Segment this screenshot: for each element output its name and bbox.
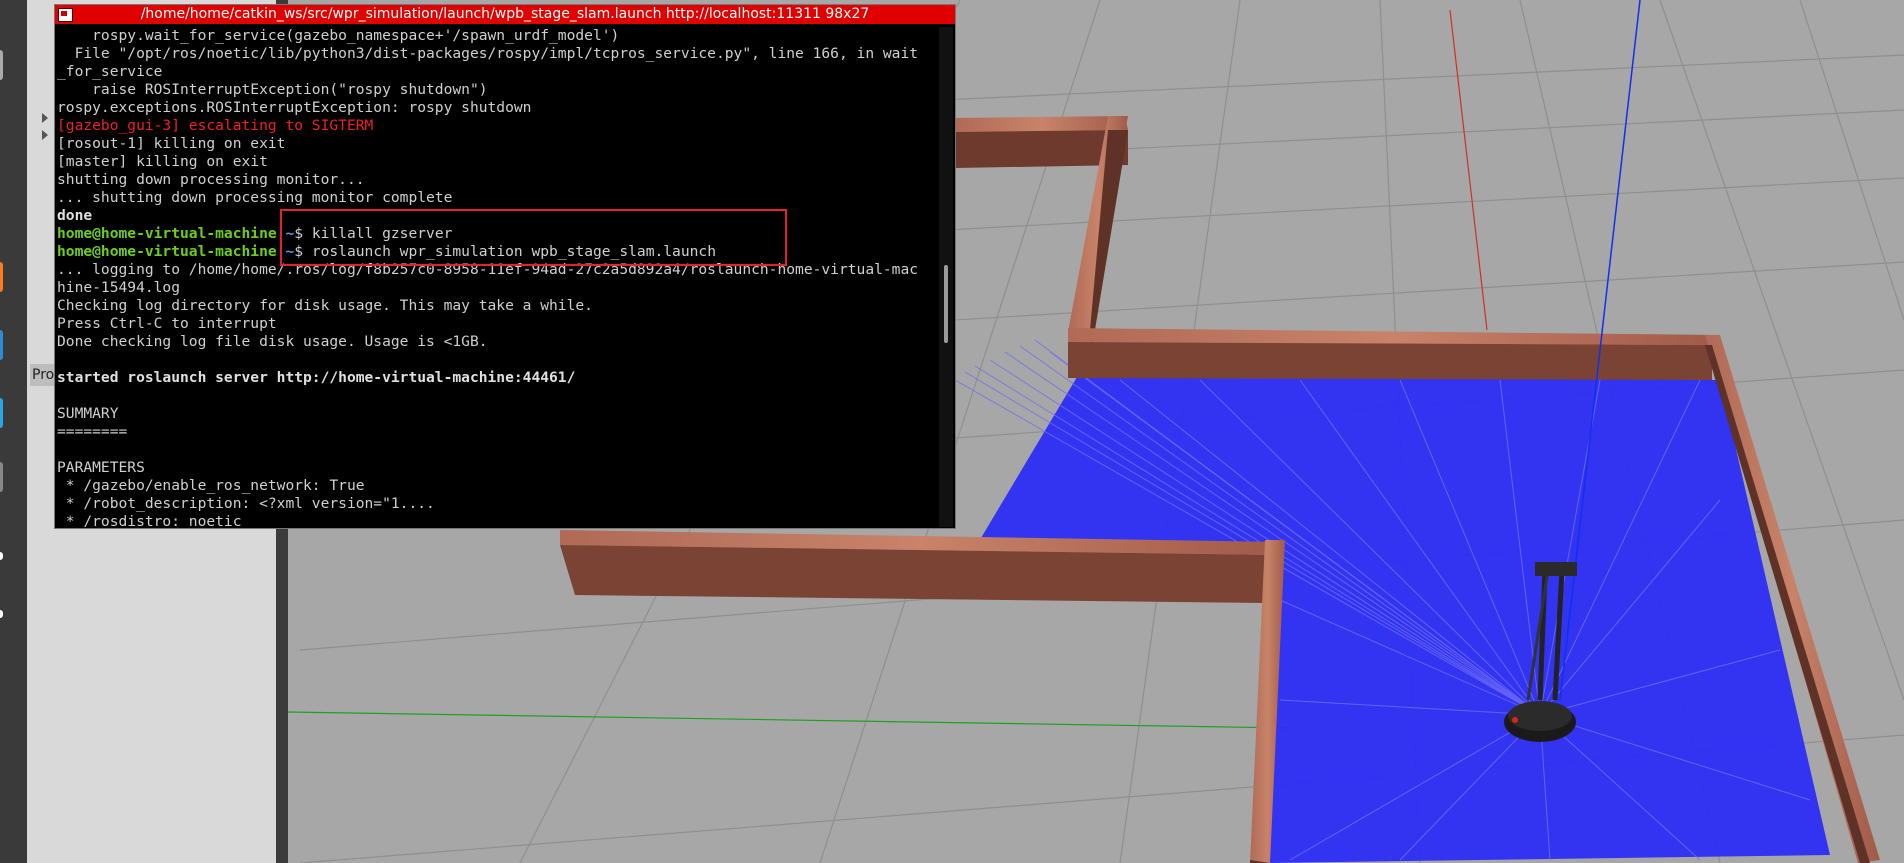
terminal-line: [gazebo_gui-3] escalating to SIGTERM: [57, 117, 935, 135]
terminal-line-text: _for_service: [57, 63, 163, 80]
terminal-line: ========: [57, 423, 935, 441]
terminal-line-text: * /gazebo/enable_ros_network: True: [57, 477, 365, 494]
dock-firefox-icon[interactable]: [0, 262, 3, 292]
terminal-line: * /robot_description: <?xml version="1..…: [57, 495, 935, 513]
dock-app-icon[interactable]: [0, 330, 3, 360]
terminal-line: Checking log directory for disk usage. T…: [57, 297, 935, 315]
terminal-line: * /rosdistro: noetic: [57, 513, 935, 527]
terminal-line-text: File "/opt/ros/noetic/lib/python3/dist-p…: [57, 45, 919, 62]
terminal-line-text: started roslaunch server http://home-vir…: [57, 369, 576, 386]
terminal-line-text: ... shutting down processing monitor com…: [57, 189, 453, 206]
terminal-line: _for_service: [57, 63, 935, 81]
terminal-line: [master] killing on exit: [57, 153, 935, 171]
dock-active-indicator-icon: [0, 552, 3, 560]
terminal-line: [rosout-1] killing on exit: [57, 135, 935, 153]
expand-arrow-icon[interactable]: [42, 113, 48, 123]
terminal-line: shutting down processing monitor...: [57, 171, 935, 189]
terminal-line-text: ========: [57, 423, 128, 440]
terminal-line-text: [rosout-1] killing on exit: [57, 135, 286, 152]
terminal-title: /home/home/catkin_ws/src/wpr_simulation/…: [140, 6, 870, 22]
terminal-line-text: rospy.wait_for_service(gazebo_namespace+…: [57, 27, 620, 44]
terminal-line-text: raise ROSInterruptException("rospy shutd…: [57, 81, 488, 98]
terminal-line: SUMMARY: [57, 405, 935, 423]
terminal-line: PARAMETERS: [57, 459, 935, 477]
scrollbar-thumb[interactable]: [944, 265, 948, 343]
terminal-line: started roslaunch server http://home-vir…: [57, 369, 935, 387]
terminal-line-text: SUMMARY: [57, 405, 119, 422]
prompt-user: home@home-virtual-machine: [57, 243, 277, 260]
terminal-line: ... shutting down processing monitor com…: [57, 189, 935, 207]
terminal-line-text: * /rosdistro: noetic: [57, 513, 242, 527]
expand-arrow-icon[interactable]: [42, 130, 48, 140]
terminal-scrollbar[interactable]: [939, 27, 953, 527]
terminal-output[interactable]: rospy.wait_for_service(gazebo_namespace+…: [57, 27, 935, 527]
terminal-line: rospy.exceptions.ROSInterruptException: …: [57, 99, 935, 117]
ubuntu-dock: [0, 0, 28, 863]
terminal-line: Done checking log file disk usage. Usage…: [57, 333, 935, 351]
terminal-line-text: * /robot_description: <?xml version="1..…: [57, 495, 435, 512]
terminal-line-text: rospy.exceptions.ROSInterruptException: …: [57, 99, 532, 116]
prompt-user: home@home-virtual-machine: [57, 225, 277, 242]
terminal-titlebar[interactable]: /home/home/catkin_ws/src/wpr_simulation/…: [55, 5, 955, 24]
terminal-line-text: Checking log directory for disk usage. T…: [57, 297, 593, 314]
terminal-line-text: Done checking log file disk usage. Usage…: [57, 333, 488, 350]
terminal-window[interactable]: /home/home/catkin_ws/src/wpr_simulation/…: [54, 4, 956, 529]
terminal-line: hine-15494.log: [57, 279, 935, 297]
terminal-line: rospy.wait_for_service(gazebo_namespace+…: [57, 27, 935, 45]
dock-indicator-icon[interactable]: [0, 50, 3, 80]
terminal-line-text: Press Ctrl-C to interrupt: [57, 315, 277, 332]
terminal-line-text: PARAMETERS: [57, 459, 145, 476]
terminal-line: raise ROSInterruptException("rospy shutd…: [57, 81, 935, 99]
terminal-line-text: hine-15494.log: [57, 279, 181, 296]
terminal-line-text: shutting down processing monitor...: [57, 171, 365, 188]
terminal-icon: [58, 8, 73, 22]
highlight-annotation-box: [280, 209, 787, 266]
terminal-line-text: [gazebo_gui-3] escalating to SIGTERM: [57, 117, 374, 134]
terminal-line-text: done: [57, 207, 93, 224]
terminal-line: * /gazebo/enable_ros_network: True: [57, 477, 935, 495]
terminal-line-text: [master] killing on exit: [57, 153, 268, 170]
dock-terminal-icon[interactable]: [0, 462, 3, 492]
dock-vscode-icon[interactable]: [0, 398, 3, 428]
terminal-line: File "/opt/ros/noetic/lib/python3/dist-p…: [57, 45, 935, 63]
terminal-line: Press Ctrl-C to interrupt: [57, 315, 935, 333]
dock-active-indicator-icon: [0, 610, 3, 618]
